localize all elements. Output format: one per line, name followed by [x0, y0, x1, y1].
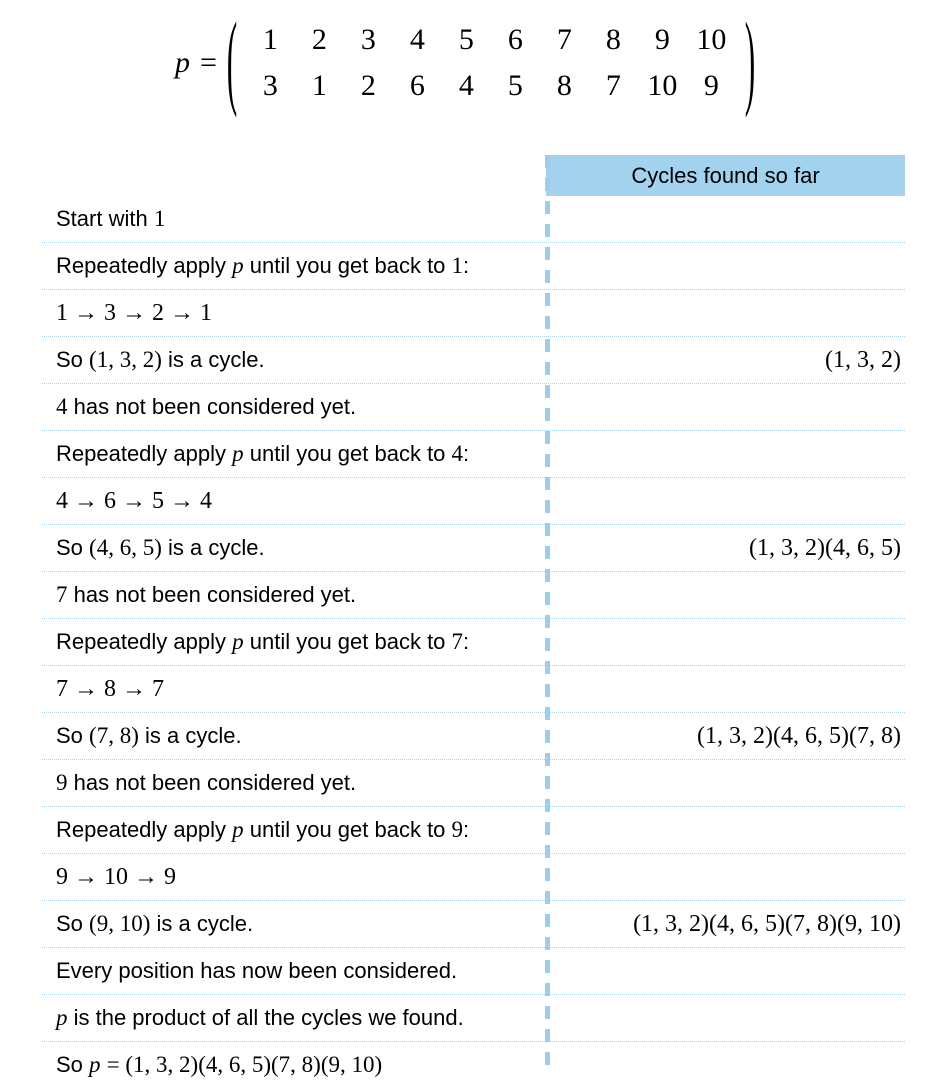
cycle-decomposition-table: Cycles found so far Start with 1 Repeated…	[42, 155, 905, 1088]
permutation-top-cell: 4	[409, 23, 425, 56]
step-description-cell: p is the product of all the cycles we fo…	[56, 1005, 464, 1030]
step-description-cell: 9 has not been considered yet.	[56, 770, 357, 795]
step-description-cell: 7 → 8 → 7	[56, 675, 164, 702]
table-row: Start with 1	[42, 196, 905, 243]
permutation-bottom-cell: 10	[647, 68, 678, 102]
table-row: 9 → 10 → 9	[42, 854, 905, 901]
table-row: 4 → 6 → 5 → 4	[42, 478, 905, 525]
step-description-cell: So (9, 10) is a cycle.	[56, 911, 254, 936]
permutation-top-cell: 3	[360, 23, 376, 56]
permutation-top-cell: 2	[311, 23, 327, 56]
table-row: So (7, 8) is a cycle. (1, 3, 2)(4, 6, 5)(…	[42, 713, 905, 760]
step-description-cell: So (1, 3, 2) is a cycle.	[56, 347, 265, 372]
step-description-cell: Start with 1	[56, 206, 166, 231]
left-paren-icon: (	[226, 2, 238, 120]
table-row: 7 → 8 → 7	[42, 666, 905, 713]
permutation-top-cell: 9	[654, 23, 670, 56]
table-row: Repeatedly apply p until you get back to…	[42, 619, 905, 666]
step-description-cell: Repeatedly apply p until you get back to…	[56, 441, 470, 466]
permutation-bottom-cell: 4	[458, 68, 474, 102]
cycles-found-cell: (1, 3, 2)(4, 6, 5)(7, 8)	[697, 722, 901, 749]
permutation-formula: p = ( 1 2 3 4 5 6 7 8 9 10 3 1 2 6 4 5 8 7 10 9 )	[0, 0, 930, 140]
table-row: 1 → 3 → 2 → 1	[42, 290, 905, 337]
column-header-cycles-found: Cycles found so far	[631, 163, 820, 188]
permutation-bottom-cell: 5	[507, 68, 523, 102]
permutation-top-cell: 6	[507, 23, 523, 56]
step-description-cell: 4 has not been considered yet.	[56, 394, 357, 419]
step-description-cell: Repeatedly apply p until you get back to…	[56, 629, 470, 654]
permutation-bottom-cell: 8	[556, 68, 572, 102]
step-description-cell: So (4, 6, 5) is a cycle.	[56, 535, 265, 560]
step-description-cell: Repeatedly apply p until you get back to…	[56, 253, 470, 278]
table-row: So (1, 3, 2) is a cycle. (1, 3, 2)	[42, 337, 905, 384]
permutation-bottom-cell: 3	[262, 68, 278, 102]
step-description-cell: Repeatedly apply p until you get back to…	[56, 817, 470, 842]
table-row: Repeatedly apply p until you get back to…	[42, 243, 905, 290]
permutation-bottom-cell: 1	[311, 68, 327, 102]
step-description-cell: Every position has now been considered.	[56, 958, 458, 983]
step-description-cell: 9 → 10 → 9	[56, 863, 176, 890]
permutation-bottom-cell: 9	[703, 68, 719, 102]
table-row: 7 has not been considered yet.	[42, 572, 905, 619]
permutation-symbol: p	[175, 45, 190, 79]
step-description-cell: So (7, 8) is a cycle.	[56, 723, 242, 748]
equals-sign: =	[200, 45, 217, 79]
cycles-found-cell: (1, 3, 2)(4, 6, 5)(7, 8)(9, 10)	[633, 910, 901, 937]
cycles-found-cell: (1, 3, 2)	[825, 346, 901, 373]
permutation-top-cell: 8	[605, 23, 621, 56]
table-header-row: Cycles found so far	[42, 155, 905, 196]
table-row: Every position has now been considered.	[42, 948, 905, 995]
permutation-top-cell: 7	[556, 23, 572, 56]
column-divider	[545, 155, 550, 1075]
step-description-cell: So p = (1, 3, 2)(4, 6, 5)(7, 8)(9, 10)	[56, 1052, 383, 1077]
step-description-cell: 7 has not been considered yet.	[56, 582, 357, 607]
permutation-bottom-cell: 2	[360, 68, 376, 102]
cycles-found-cell: (1, 3, 2)(4, 6, 5)	[749, 534, 901, 561]
table-row: So (9, 10) is a cycle. (1, 3, 2)(4, 6, 5)…	[42, 901, 905, 948]
permutation-bottom-row: 3 1 2 6 4 5 8 7 10 9	[246, 68, 736, 102]
table-body: Start with 1 Repeatedly apply p until you…	[42, 196, 905, 1088]
table-row: Repeatedly apply p until you get back to…	[42, 431, 905, 478]
right-paren-icon: )	[744, 2, 756, 120]
permutation-matrix: 1 2 3 4 5 6 7 8 9 10 3 1 2 6 4 5 8 7 10 9	[246, 24, 736, 101]
table-row: 4 has not been considered yet.	[42, 384, 905, 431]
permutation-bottom-cell: 7	[605, 68, 621, 102]
permutation-top-cell: 10	[696, 23, 727, 56]
table-row: So (4, 6, 5) is a cycle. (1, 3, 2)(4, 6, …	[42, 525, 905, 572]
permutation-top-row: 1 2 3 4 5 6 7 8 9 10	[246, 24, 736, 56]
permutation-top-cell: 1	[262, 23, 278, 56]
permutation-bottom-cell: 6	[409, 68, 425, 102]
table-row: So p = (1, 3, 2)(4, 6, 5)(7, 8)(9, 10)	[42, 1042, 905, 1088]
table-row: Repeatedly apply p until you get back to…	[42, 807, 905, 854]
table-row: p is the product of all the cycles we fo…	[42, 995, 905, 1042]
step-description-cell: 4 → 6 → 5 → 4	[56, 487, 212, 514]
permutation-top-cell: 5	[458, 23, 474, 56]
table-row: 9 has not been considered yet.	[42, 760, 905, 807]
step-description-cell: 1 → 3 → 2 → 1	[56, 299, 212, 326]
